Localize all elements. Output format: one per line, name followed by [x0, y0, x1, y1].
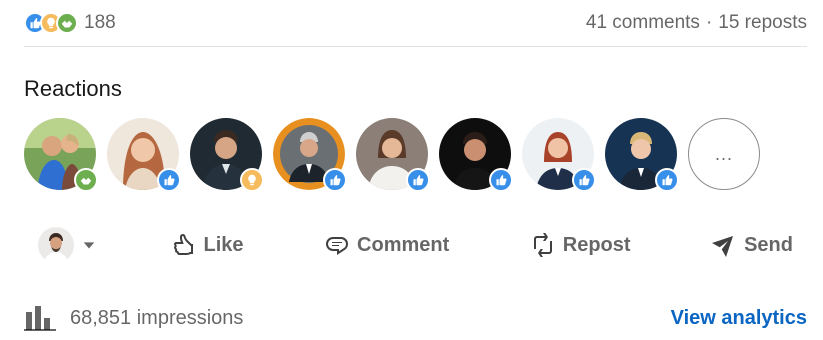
reactor-avatar[interactable] [522, 118, 596, 192]
like-icon [489, 168, 513, 192]
like-icon [406, 168, 430, 192]
reactor-avatar[interactable] [605, 118, 679, 192]
like-icon [173, 233, 193, 255]
reactor-avatars: ... [24, 118, 760, 192]
impressions-count: 68,851 impressions [70, 306, 244, 329]
reposts-count-link[interactable]: 15 reposts [718, 12, 807, 34]
like-label: Like [203, 233, 244, 256]
bar-chart-icon [24, 306, 56, 331]
repost-label: Repost [562, 233, 631, 256]
social-counts-bar: 188 41 comments · 15 reposts [24, 8, 807, 47]
reactor-avatar[interactable] [439, 118, 513, 192]
repost-button[interactable]: Repost [517, 225, 645, 265]
comments-reposts: 41 comments · 15 reposts [586, 12, 807, 34]
like-icon [157, 168, 181, 192]
insightful-icon [240, 168, 264, 192]
chevron-down-icon [83, 242, 95, 249]
comment-button[interactable]: Comment [311, 225, 463, 265]
reactions-summary[interactable]: 188 [24, 12, 116, 34]
like-icon [323, 168, 347, 192]
comments-count-link[interactable]: 41 comments [586, 12, 700, 34]
reactions-heading: Reactions [24, 76, 122, 101]
like-icon [572, 168, 596, 192]
send-icon [712, 236, 734, 257]
reactor-avatar[interactable] [356, 118, 430, 192]
post-action-bar: Like Comment Repost Send [24, 218, 807, 272]
send-label: Send [744, 233, 793, 256]
impressions-summary: 68,851 impressions [24, 304, 243, 332]
like-icon [655, 168, 679, 192]
reactor-avatar[interactable] [107, 118, 181, 192]
actor-switcher[interactable] [24, 223, 104, 267]
reactor-avatar[interactable] [24, 118, 98, 192]
more-reactions-button[interactable]: ... [688, 118, 760, 190]
impressions-bar: 68,851 impressions View analytics [24, 300, 807, 336]
support-icon [74, 168, 98, 192]
reactor-avatar[interactable] [273, 118, 347, 192]
reaction-count[interactable]: 188 [84, 12, 116, 34]
comment-icon [326, 237, 349, 255]
send-button[interactable]: Send [698, 225, 807, 265]
reactor-avatar[interactable] [190, 118, 264, 192]
comment-label: Comment [357, 233, 450, 256]
view-analytics-link[interactable]: View analytics [671, 307, 807, 330]
separator-dot: · [705, 12, 713, 33]
repost-icon [533, 233, 552, 257]
reaction-icons [24, 12, 78, 34]
support-icon [56, 12, 78, 34]
like-button[interactable]: Like [158, 225, 258, 265]
actor-avatar [38, 227, 74, 263]
